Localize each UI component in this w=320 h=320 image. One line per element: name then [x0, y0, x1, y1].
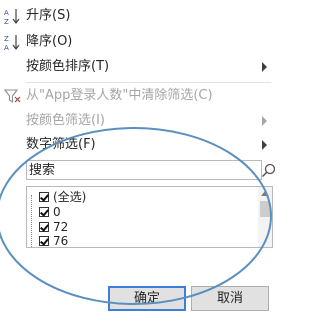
svg-text:Z: Z — [4, 18, 9, 25]
sort-descending-icon: Z A — [4, 33, 22, 52]
svg-text:A: A — [4, 44, 9, 51]
sort-ascending-item[interactable]: A Z 升序(S) — [0, 3, 275, 29]
sort-by-color-label: 按颜色排序(T) — [26, 59, 110, 74]
svg-text:Z: Z — [4, 35, 9, 43]
svg-text:A: A — [4, 9, 9, 17]
scroll-up-arrow-icon[interactable] — [261, 191, 269, 196]
number-filters-item[interactable]: 数字筛选(F) — [0, 132, 275, 158]
value-checkbox[interactable] — [39, 236, 49, 246]
tree-guide-line — [31, 195, 33, 247]
filter-value-list[interactable]: (全选) 0 72 76 79 — [26, 186, 273, 248]
sort-descending-label: 降序(O) — [26, 34, 73, 49]
submenu-arrow-icon — [262, 140, 267, 150]
clear-filter-item[interactable]: 从"App登录人数"中清除筛选(C) — [0, 83, 275, 109]
value-checkbox[interactable] — [39, 207, 49, 217]
list-scrollbar[interactable] — [258, 187, 272, 247]
list-item-label: 0 — [53, 205, 61, 219]
filter-by-color-label: 按颜色筛选(I) — [26, 113, 105, 128]
list-item-label: 76 — [53, 234, 69, 248]
value-checkbox[interactable] — [39, 222, 49, 232]
ok-button[interactable]: 确定 — [108, 286, 186, 311]
number-filters-label: 数字筛选(F) — [26, 137, 96, 152]
search-input[interactable] — [29, 161, 229, 179]
clear-filter-label: 从"App登录人数"中清除筛选(C) — [26, 88, 213, 103]
clear-filter-icon — [3, 87, 22, 105]
sort-ascending-label: 升序(S) — [26, 8, 71, 23]
list-item-label: (全选) — [53, 190, 87, 204]
search-box — [26, 160, 276, 180]
sort-by-color-item[interactable]: 按颜色排序(T) — [0, 54, 275, 80]
submenu-arrow-icon — [262, 116, 267, 126]
sort-descending-item[interactable]: Z A 降序(O) — [0, 29, 275, 55]
scroll-thumb[interactable] — [260, 201, 270, 217]
filter-dropdown-menu: A Z 升序(S) Z A 降序(O) 按颜色排序(T) 从"App登录人数"中… — [0, 0, 276, 320]
submenu-arrow-icon — [262, 62, 267, 72]
select-all-checkbox[interactable] — [39, 192, 49, 202]
search-icon[interactable] — [261, 163, 277, 179]
filter-by-color-item[interactable]: 按颜色筛选(I) — [0, 108, 275, 134]
sort-ascending-icon: A Z — [4, 7, 22, 26]
cancel-button[interactable]: 取消 — [191, 286, 269, 311]
list-item-label: 79 — [53, 247, 68, 248]
